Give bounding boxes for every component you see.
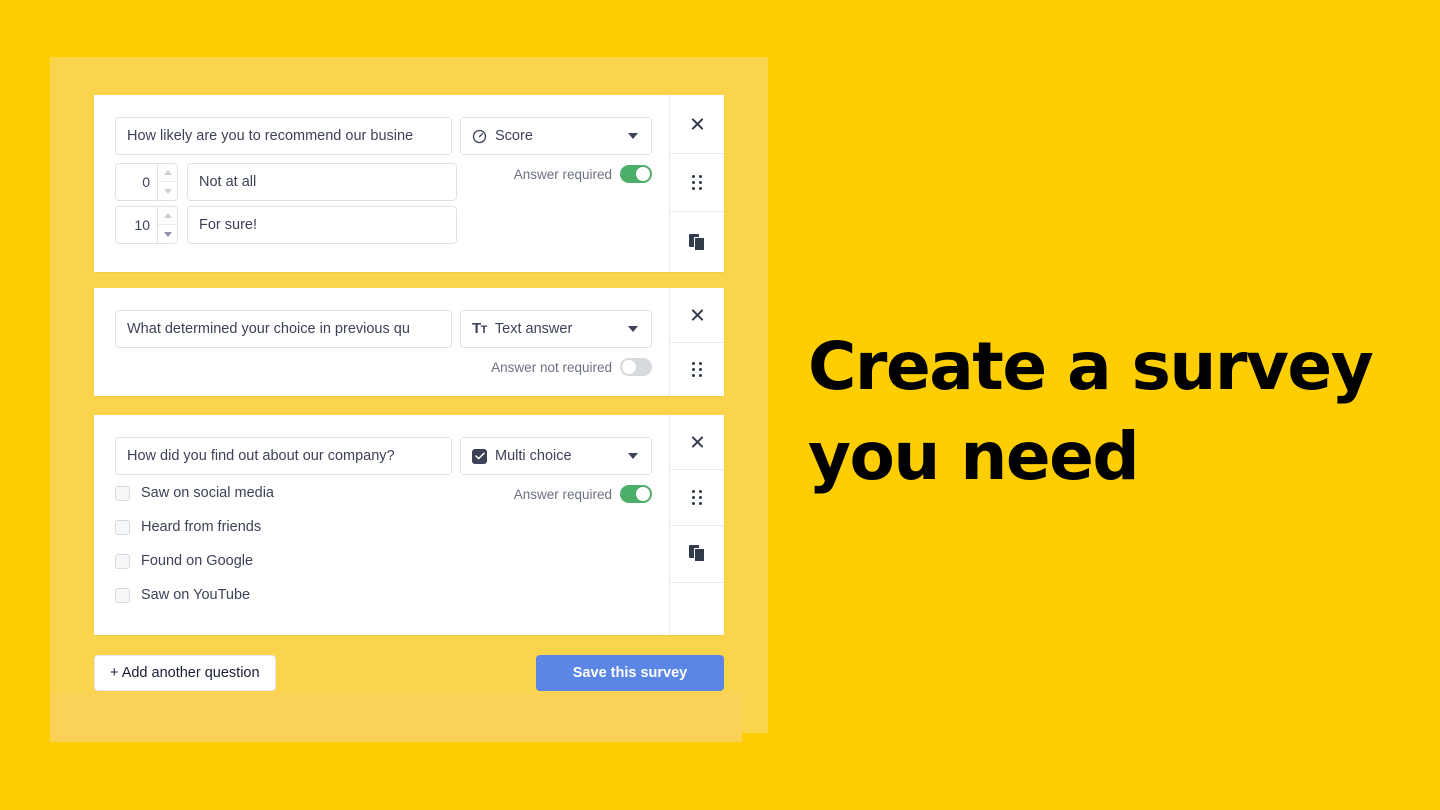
choice-option-label: Saw on YouTube: [141, 587, 251, 603]
drag-handle-icon: [692, 175, 702, 190]
delete-question-button[interactable]: [670, 95, 724, 154]
chevron-down-icon: [628, 453, 638, 459]
question-card: How did you find out about our company? …: [94, 415, 724, 635]
question-card-actions: [669, 415, 724, 635]
question-title-input[interactable]: What determined your choice in previous …: [115, 310, 452, 348]
caret-down-icon: [163, 188, 172, 194]
choice-option[interactable]: Saw on YouTube: [115, 587, 250, 603]
stepper-increment-button[interactable]: [158, 207, 177, 225]
question-card-body: How likely are you to recommend our busi…: [94, 95, 669, 272]
scale-min-value: 0: [142, 174, 150, 190]
scale-max-value: 10: [134, 217, 150, 233]
answer-required-label: Answer required: [513, 166, 612, 182]
headline-line-1: Create a survey: [808, 328, 1374, 405]
question-type-label: Score: [495, 128, 533, 144]
question-title-value: How did you find out about our company?: [127, 448, 395, 464]
question-type-label: Text answer: [494, 321, 573, 337]
choice-option[interactable]: Heard from friends: [115, 519, 261, 535]
screen-root: How likely are you to recommend our busi…: [0, 0, 1440, 810]
delete-question-button[interactable]: [670, 415, 724, 471]
toggle-knob: [636, 487, 650, 501]
add-question-button[interactable]: + Add another question: [94, 655, 276, 691]
reorder-question-handle[interactable]: [670, 154, 724, 213]
save-survey-label: Save this survey: [572, 665, 688, 681]
choice-option-label: Saw on social media: [141, 485, 274, 501]
answer-required-row: Answer required: [460, 485, 652, 503]
chevron-down-icon: [628, 326, 638, 332]
duplicate-icon: [689, 233, 705, 251]
checkbox-icon[interactable]: [115, 587, 130, 603]
reorder-question-handle[interactable]: [670, 470, 724, 526]
answer-required-row: Answer not required: [460, 358, 652, 376]
gauge-icon: [472, 129, 487, 144]
choice-option[interactable]: Found on Google: [115, 553, 253, 569]
scale-row-max: 10 For sure!: [115, 206, 457, 244]
scale-min-stepper[interactable]: 0: [115, 163, 178, 201]
stepper-arrows: [157, 207, 177, 243]
answer-required-row: Answer required: [460, 165, 652, 183]
scale-row-min: 0 Not at all: [115, 163, 457, 201]
question-title-value: How likely are you to recommend our busi…: [127, 128, 414, 144]
question-type-select[interactable]: TT Text answer: [460, 310, 652, 348]
caret-up-icon: [163, 170, 172, 175]
marketing-headline: Create a survey you need: [808, 322, 1388, 502]
close-icon: [690, 307, 705, 322]
answer-required-toggle[interactable]: [620, 358, 652, 376]
answer-required-toggle[interactable]: [620, 485, 652, 503]
duplicate-question-button[interactable]: [670, 526, 724, 583]
question-card-body: How did you find out about our company? …: [94, 415, 669, 635]
save-survey-button[interactable]: Save this survey: [536, 655, 724, 691]
question-card-actions-spacer: [670, 583, 724, 635]
toggle-knob: [622, 360, 636, 374]
question-card-actions: [669, 95, 724, 272]
scale-max-stepper[interactable]: 10: [115, 206, 178, 244]
answer-required-label: Answer required: [513, 486, 612, 502]
question-card-body: What determined your choice in previous …: [94, 288, 669, 396]
scale-min-label-value: Not at all: [199, 174, 257, 190]
question-card-actions: [669, 288, 724, 396]
add-question-label: + Add another question: [110, 665, 260, 681]
checkbox-icon[interactable]: [115, 553, 130, 569]
question-title-input[interactable]: How did you find out about our company?: [115, 437, 452, 475]
caret-up-icon: [163, 213, 172, 218]
question-type-select[interactable]: Score: [460, 117, 652, 155]
checkbox-icon[interactable]: [115, 485, 130, 501]
checkbox-checked-icon: [472, 448, 487, 464]
toggle-knob: [636, 167, 650, 181]
question-type-label: Multi choice: [495, 448, 572, 464]
choice-option-label: Found on Google: [141, 553, 254, 569]
question-title-input[interactable]: How likely are you to recommend our busi…: [115, 117, 452, 155]
caret-down-icon: [163, 231, 172, 237]
scale-max-label-value: For sure!: [199, 217, 258, 233]
duplicate-icon: [689, 545, 705, 563]
question-card: What determined your choice in previous …: [94, 288, 724, 396]
delete-question-button[interactable]: [670, 288, 724, 343]
answer-required-label: Answer not required: [491, 359, 612, 375]
choice-option[interactable]: Saw on social media: [115, 485, 274, 501]
close-icon: [690, 435, 705, 450]
stepper-decrement-button[interactable]: [158, 225, 177, 243]
reorder-question-handle[interactable]: [670, 343, 724, 397]
choice-option-label: Heard from friends: [141, 519, 262, 535]
stepper-decrement-button[interactable]: [158, 182, 177, 200]
question-type-select[interactable]: Multi choice: [460, 437, 652, 475]
scale-max-label-input[interactable]: For sure!: [187, 206, 457, 244]
survey-builder-panel-footer-band: [50, 692, 742, 742]
text-format-icon: TT: [472, 319, 487, 337]
headline-line-2: you need: [808, 418, 1140, 495]
duplicate-question-button[interactable]: [670, 212, 724, 272]
checkbox-icon[interactable]: [115, 519, 130, 535]
stepper-arrows: [157, 164, 177, 200]
chevron-down-icon: [628, 133, 638, 139]
scale-min-label-input[interactable]: Not at all: [187, 163, 457, 201]
question-title-value: What determined your choice in previous …: [127, 321, 410, 337]
question-card: How likely are you to recommend our busi…: [94, 95, 724, 272]
close-icon: [690, 116, 705, 131]
stepper-increment-button[interactable]: [158, 164, 177, 182]
answer-required-toggle[interactable]: [620, 165, 652, 183]
drag-handle-icon: [692, 361, 702, 377]
drag-handle-icon: [692, 489, 702, 505]
